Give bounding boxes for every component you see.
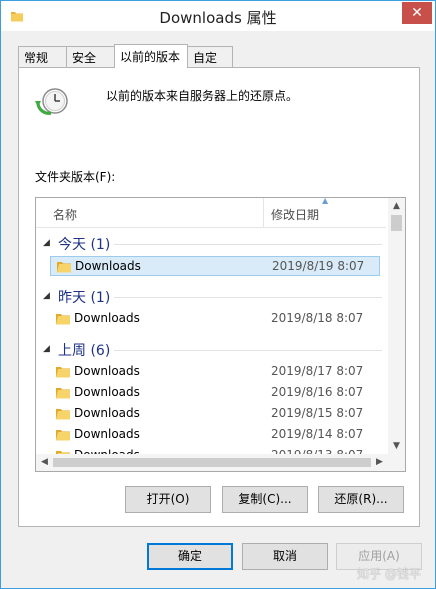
collapse-arrow-icon[interactable]: ◢ (43, 291, 50, 301)
item-name: Downloads (74, 427, 140, 441)
group-label: 昨天 (1) (58, 290, 111, 306)
scroll-thumb[interactable] (391, 215, 402, 231)
group-today[interactable]: ◢ 今天 (1) (40, 234, 386, 254)
list-item[interactable]: Downloads 2019/8/19 8:07 (50, 256, 380, 276)
item-date: 2019/8/14 8:07 (271, 427, 364, 441)
group-label: 今天 (1) (58, 237, 111, 253)
folder-icon (56, 367, 70, 378)
cancel-button[interactable]: 取消 (242, 543, 328, 570)
item-date: 2019/8/15 8:07 (271, 406, 364, 420)
folder-icon (57, 262, 71, 273)
panel-description: 以前的版本来自服务器上的还原点。 (106, 89, 299, 103)
title-bar[interactable]: Downloads 属性 ✕ (1, 1, 435, 31)
tab-security[interactable]: 安全 (66, 46, 115, 67)
item-date: 2019/8/19 8:07 (272, 259, 365, 273)
collapse-arrow-icon[interactable]: ◢ (43, 238, 50, 248)
close-button[interactable]: ✕ (402, 2, 432, 24)
column-date-modified[interactable]: 修改日期 (271, 206, 319, 223)
ok-button[interactable]: 确定 (147, 543, 233, 570)
scroll-down-arrow-icon[interactable]: ▼ (388, 438, 405, 455)
scroll-thumb[interactable] (53, 458, 371, 467)
scroll-right-arrow-icon[interactable]: ▶ (371, 454, 388, 471)
folder-versions-label: 文件夹版本(F): (35, 170, 116, 184)
item-date: 2019/8/17 8:07 (271, 364, 364, 378)
folder-icon (56, 409, 70, 420)
tab-general[interactable]: 常规 (18, 46, 67, 67)
group-yesterday[interactable]: ◢ 昨天 (1) (40, 287, 386, 307)
restore-button[interactable]: 还原(R)... (318, 486, 404, 513)
group-divider (114, 350, 382, 351)
folder-icon (56, 430, 70, 441)
vertical-scrollbar[interactable]: ▲ ▼ (388, 198, 405, 455)
item-name: Downloads (75, 259, 141, 273)
copy-button[interactable]: 复制(C)... (222, 486, 308, 513)
column-name[interactable]: 名称 (53, 206, 77, 223)
list-item[interactable]: Downloads 2019/8/14 8:07 (50, 425, 380, 445)
tab-previous-versions[interactable]: 以前的版本 (114, 44, 188, 68)
item-date: 2019/8/16 8:07 (271, 385, 364, 399)
open-button[interactable]: 打开(O) (125, 486, 211, 513)
item-date: 2019/8/18 8:07 (271, 311, 364, 325)
scroll-left-arrow-icon[interactable]: ◀ (36, 454, 53, 471)
properties-dialog: Downloads 属性 ✕ 常规 安全 以前的版本 自定义 以前的版本来自服务… (0, 0, 436, 589)
group-divider (114, 297, 382, 298)
group-last-week[interactable]: ◢ 上周 (6) (40, 340, 386, 360)
sort-arrow-icon: ▲ (322, 197, 329, 205)
item-name: Downloads (74, 406, 140, 420)
list-column-header: 名称 ▲ 修改日期 (36, 198, 386, 228)
list-item[interactable]: Downloads 2019/8/15 8:07 (50, 404, 380, 424)
scroll-up-arrow-icon[interactable]: ▲ (388, 198, 405, 215)
folder-icon (56, 388, 70, 399)
group-divider (114, 244, 382, 245)
list-item[interactable]: Downloads 2019/8/18 8:07 (50, 309, 380, 329)
folder-icon (56, 314, 70, 325)
column-separator[interactable] (263, 198, 264, 228)
list-item[interactable]: Downloads 2019/8/17 8:07 (50, 362, 380, 382)
restore-clock-icon (35, 88, 68, 115)
watermark: 知乎 @钱平 (357, 567, 421, 581)
window-title: Downloads 属性 (159, 9, 277, 27)
previous-versions-panel: 以前的版本来自服务器上的还原点。 文件夹版本(F): 名称 ▲ 修改日期 ◢ 今… (18, 67, 420, 527)
group-label: 上周 (6) (58, 343, 111, 359)
collapse-arrow-icon[interactable]: ◢ (43, 344, 50, 354)
item-name: Downloads (74, 311, 140, 325)
list-item[interactable]: Downloads 2019/8/16 8:07 (50, 383, 380, 403)
item-name: Downloads (74, 385, 140, 399)
versions-list[interactable]: 名称 ▲ 修改日期 ◢ 今天 (1) Downloads 2019/8/19 8… (35, 197, 406, 472)
tab-customize[interactable]: 自定义 (187, 46, 233, 82)
item-name: Downloads (74, 364, 140, 378)
horizontal-scrollbar[interactable]: ◀ ▶ (36, 454, 405, 471)
